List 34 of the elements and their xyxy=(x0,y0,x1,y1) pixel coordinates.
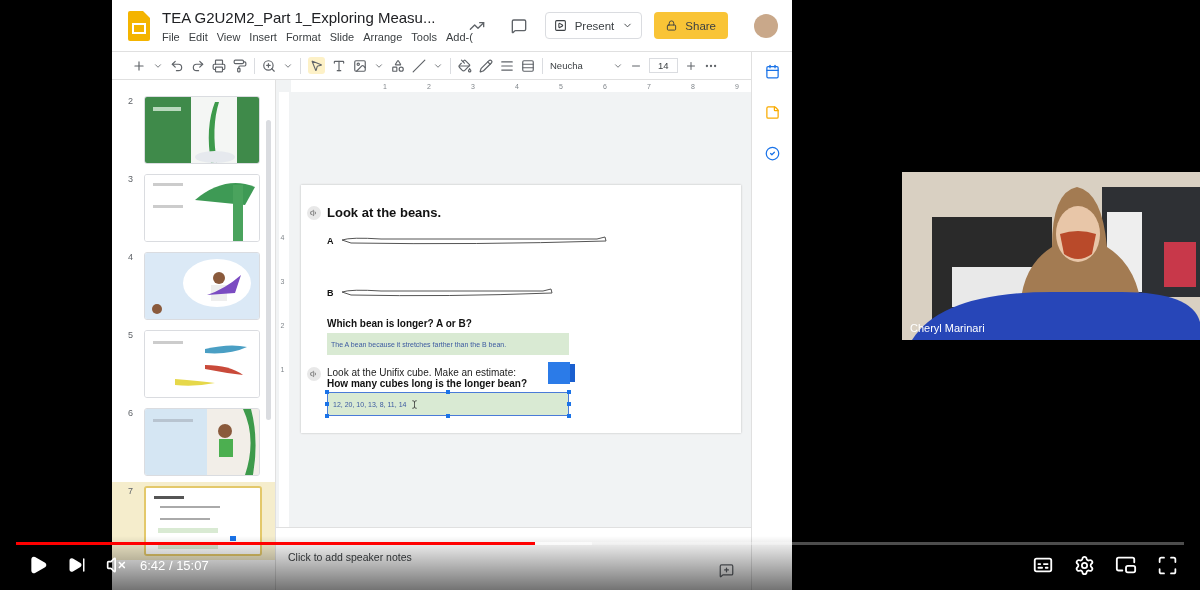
bean-label: A xyxy=(327,236,335,246)
slide-heading: Look at the beans. xyxy=(327,205,442,220)
menu-item[interactable]: Slide xyxy=(329,30,355,43)
slide-number: 3 xyxy=(128,174,134,184)
menu-item[interactable]: Arrange xyxy=(363,30,403,43)
share-button[interactable]: Share xyxy=(654,12,728,39)
slide-thumbnail[interactable]: 3 xyxy=(112,170,275,246)
slide-number: 2 xyxy=(128,96,134,106)
slide-thumbnail[interactable]: 2 xyxy=(112,92,275,168)
slide-number: 4 xyxy=(128,252,134,262)
slide-thumbnail[interactable]: 5 xyxy=(112,326,275,402)
slide-number: 5 xyxy=(128,330,134,340)
slide-number: 6 xyxy=(128,408,134,418)
bean-label: B xyxy=(327,288,335,298)
present-button[interactable]: Present xyxy=(544,12,643,39)
menu-item[interactable]: View xyxy=(216,30,241,43)
document-title[interactable]: TEA G2U2M2_Part 1_Exploring Measu... xyxy=(162,8,436,26)
menu-item[interactable]: Insert xyxy=(249,30,277,43)
slide-thumbnail[interactable]: 4 xyxy=(112,248,275,324)
slide-thumbnail[interactable]: 6 xyxy=(112,404,275,480)
prompt-text: Look at the Unifix cube. Make an estimate: xyxy=(327,367,517,378)
slide-number: 7 xyxy=(128,486,134,496)
question-text: Which bean is longer? A or B? xyxy=(327,318,473,329)
font-size-field[interactable]: 14 xyxy=(649,58,678,73)
menu-item[interactable]: File xyxy=(162,30,180,43)
menu-item[interactable]: Add-( xyxy=(446,30,473,43)
prompt-question: How many cubes long is the longer bean? xyxy=(327,378,528,389)
speaker-notes-placeholder[interactable]: Click to add speaker notes xyxy=(288,551,412,563)
slide-thumbnail[interactable]: 7 xyxy=(112,482,275,560)
menu-item[interactable]: Tools xyxy=(411,30,437,43)
menu-item[interactable]: Format xyxy=(285,30,321,43)
font-select[interactable]: Neucha xyxy=(550,60,606,71)
time-display: 6:42 / 15:07 xyxy=(140,557,209,573)
menu-item[interactable]: Edit xyxy=(188,30,208,43)
